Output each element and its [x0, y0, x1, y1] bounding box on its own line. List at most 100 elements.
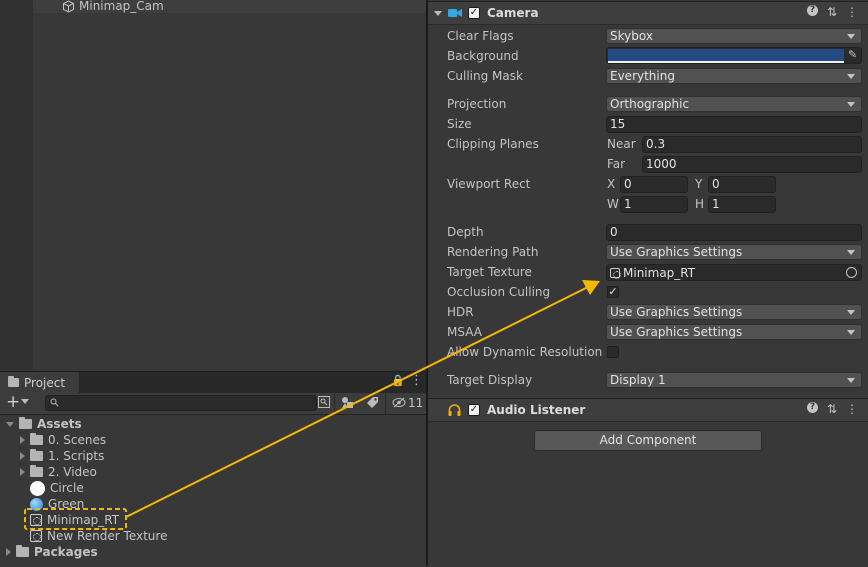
viewport-h-label: H: [695, 197, 705, 211]
tree-item[interactable]: New Render Texture: [20, 528, 167, 544]
viewport-x-label: X: [607, 177, 616, 191]
render-texture-icon: [610, 267, 621, 279]
tree-item-label: Packages: [34, 545, 98, 559]
clipping-planes-label: Clipping Planes: [447, 137, 539, 151]
audio-listener-header[interactable]: ✓ Audio Listener ? ⇅ ⋮: [428, 398, 868, 422]
projection-label: Projection: [447, 97, 507, 111]
target-texture-value: Minimap_RT: [623, 265, 696, 280]
tree-item-label: Assets: [37, 417, 82, 431]
msaa-label: MSAA: [447, 325, 482, 339]
tree-item-label: Minimap_RT: [47, 513, 120, 527]
viewport-y-field[interactable]: 0: [708, 176, 776, 193]
hierarchy-item[interactable]: Minimap_Cam: [62, 0, 164, 14]
tree-item-label: Green: [48, 497, 85, 511]
project-panel: Project 🔒 ⋮ + 11 Assets 0. Scenes 1. Scrip…: [0, 371, 426, 567]
component-menu-icon[interactable]: ⋮: [846, 5, 858, 19]
dynamic-resolution-label: Allow Dynamic Resolution: [447, 345, 603, 359]
far-label: Far: [607, 157, 626, 171]
add-plus-icon[interactable]: +: [6, 392, 20, 412]
tree-item[interactable]: 0. Scenes: [20, 432, 106, 448]
tree-item[interactable]: Packages: [6, 544, 98, 560]
audio-header-icons: ? ⇅ ⋮: [806, 402, 858, 416]
foldout-arrow-icon[interactable]: [20, 436, 25, 444]
foldout-arrow-icon[interactable]: [6, 548, 11, 556]
size-field[interactable]: 15: [606, 116, 862, 133]
msaa-dropdown[interactable]: Use Graphics Settings: [606, 324, 862, 340]
hierarchy-panel: Minimap_Cam: [0, 0, 426, 370]
tree-item-label: New Render Texture: [47, 529, 168, 543]
presets-sliders-icon[interactable]: ⇅: [827, 5, 837, 19]
help-icon[interactable]: ?: [806, 402, 818, 413]
camera-header-icons: ? ⇅ ⋮: [806, 5, 858, 19]
chevron-down-icon[interactable]: [21, 399, 29, 404]
tree-item[interactable]: 2. Video: [20, 464, 97, 480]
tree-item-label: Circle: [50, 481, 84, 495]
near-field[interactable]: 0.3: [642, 136, 862, 153]
near-label: Near: [607, 137, 636, 151]
filter-by-type-icon[interactable]: [341, 396, 354, 409]
foldout-arrow-icon[interactable]: [20, 452, 25, 460]
render-texture-icon: [30, 530, 42, 542]
viewport-x-field[interactable]: 0: [620, 176, 688, 193]
tab-project[interactable]: Project: [0, 372, 79, 393]
filter-by-label-icon[interactable]: [366, 396, 379, 409]
folder-open-icon: [19, 417, 32, 429]
search-by-type-icon[interactable]: [318, 396, 330, 408]
viewport-w-field[interactable]: 1: [620, 196, 688, 213]
eyedropper-icon[interactable]: ✎: [848, 48, 857, 61]
foldout-arrow-icon[interactable]: [20, 468, 25, 476]
folder-icon: [30, 433, 43, 445]
hdr-dropdown[interactable]: Use Graphics Settings: [606, 304, 862, 320]
far-field[interactable]: 1000: [642, 156, 862, 173]
tree-item[interactable]: Minimap_RT: [20, 512, 119, 528]
culling-mask-label: Culling Mask: [447, 69, 523, 83]
background-color-field[interactable]: ✎: [606, 47, 862, 64]
tab-project-label: Project: [24, 375, 66, 390]
projection-dropdown[interactable]: Orthographic: [606, 96, 862, 112]
tree-item[interactable]: Circle: [20, 480, 84, 496]
lock-icon[interactable]: 🔒: [391, 374, 405, 387]
project-toolbar: + 11: [0, 392, 426, 415]
add-component-button[interactable]: Add Component: [534, 430, 762, 451]
audio-listener-enabled-checkbox[interactable]: ✓: [468, 404, 480, 416]
target-texture-field[interactable]: Minimap_RT: [606, 264, 862, 281]
clear-flags-dropdown[interactable]: Skybox: [606, 28, 862, 44]
help-icon[interactable]: ?: [806, 5, 818, 16]
camera-enabled-checkbox[interactable]: ✓: [468, 7, 480, 19]
kebab-menu-icon[interactable]: ⋮: [410, 373, 423, 388]
rendering-path-label: Rendering Path: [447, 245, 539, 259]
presets-sliders-icon[interactable]: ⇅: [827, 402, 837, 416]
tree-item[interactable]: Assets: [6, 416, 82, 432]
foldout-arrow-icon[interactable]: [434, 10, 442, 16]
search-input[interactable]: [45, 395, 317, 411]
tree-item-label: 2. Video: [48, 465, 97, 479]
occlusion-culling-checkbox[interactable]: ✓: [607, 286, 619, 298]
size-label: Size: [447, 117, 472, 131]
component-menu-icon[interactable]: ⋮: [846, 402, 858, 416]
tree-item[interactable]: 1. Scripts: [20, 448, 104, 464]
object-picker-icon[interactable]: [846, 267, 857, 278]
depth-field[interactable]: 0: [606, 224, 862, 241]
background-label: Background: [447, 49, 519, 63]
viewport-h-field[interactable]: 1: [708, 196, 776, 213]
culling-mask-dropdown[interactable]: Everything: [606, 68, 862, 84]
target-texture-label: Target Texture: [447, 265, 532, 279]
target-display-dropdown[interactable]: Display 1: [606, 372, 862, 388]
audio-listener-title: Audio Listener: [487, 403, 586, 417]
headphones-icon: [448, 404, 461, 416]
camera-title: Camera: [487, 6, 539, 20]
tree-item-label: 1. Scripts: [48, 449, 105, 463]
folder-icon: [8, 376, 19, 387]
target-display-label: Target Display: [447, 373, 533, 387]
hdr-label: HDR: [447, 305, 474, 319]
rendering-path-dropdown[interactable]: Use Graphics Settings: [606, 244, 862, 260]
hierarchy-gutter: [0, 0, 33, 370]
tree-item[interactable]: Green: [20, 496, 84, 512]
foldout-arrow-icon[interactable]: [6, 421, 14, 427]
project-tab-bar: Project 🔒 ⋮: [0, 372, 426, 393]
viewport-w-label: W: [607, 197, 619, 211]
folder-icon: [16, 545, 29, 557]
camera-component-header[interactable]: ✓ Camera ? ⇅ ⋮: [428, 1, 868, 25]
hidden-packages-eye-icon[interactable]: [392, 397, 407, 408]
dynamic-resolution-checkbox[interactable]: [607, 346, 619, 358]
